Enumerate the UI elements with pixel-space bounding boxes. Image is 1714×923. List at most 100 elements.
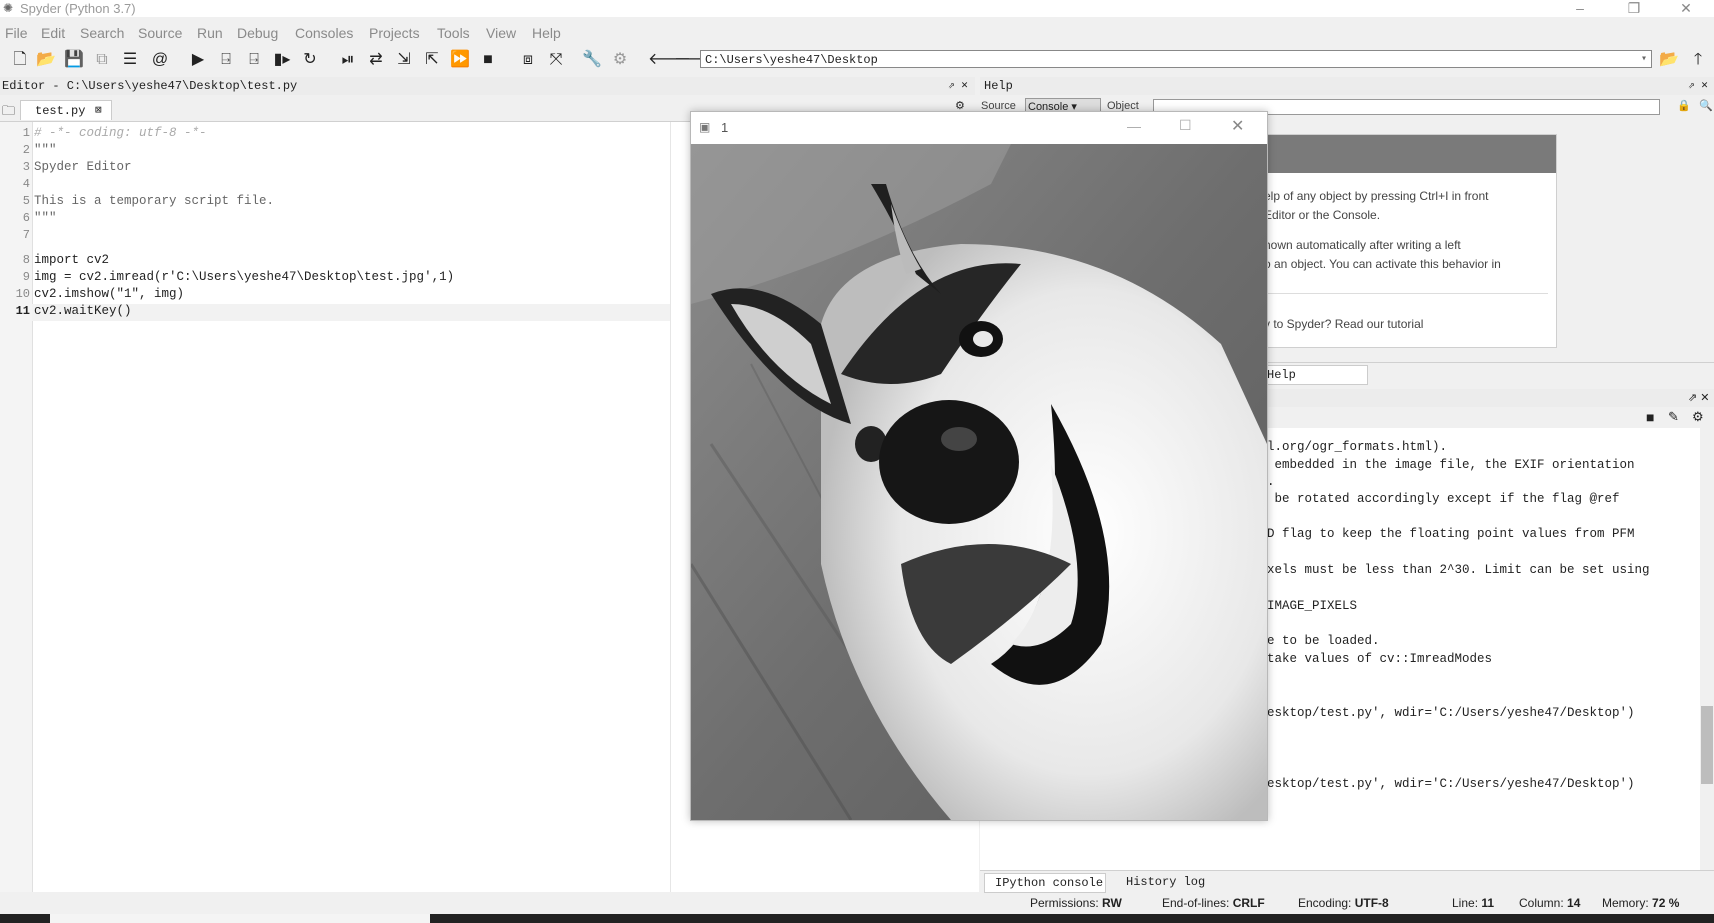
stop-icon[interactable]: ■ [478,50,498,70]
image-close-button[interactable]: ✕ [1231,116,1244,136]
list-icon[interactable]: ☰ [120,50,140,70]
python-path-icon[interactable]: ⚙ [610,50,630,70]
window-icon: ▣ [699,120,711,134]
menu-tools[interactable]: Tools [437,22,470,44]
line-number: 7 [22,228,30,242]
editor-pane-header: Editor - C:\Users\yeshe47\Desktop\test.p… [0,77,975,95]
run-selection-icon[interactable]: ▮▸ [272,50,292,70]
menu-search[interactable]: Search [80,22,124,44]
line-number: 3 [22,160,30,174]
run-cell-icon[interactable]: ⍈ [216,50,236,70]
save-all-icon[interactable]: ⧉ [92,50,112,70]
menu-debug[interactable]: Debug [237,22,278,44]
code-line: Spyder Editor [34,160,132,174]
undock-help-icon[interactable]: ⇗ ✕ [1688,77,1708,95]
line-number: 4 [22,177,30,191]
line-number: 8 [22,253,30,267]
tab-test-py[interactable]: test.py ⊠ [20,100,112,120]
forward-arrow-icon[interactable]: 🡒 [674,50,717,70]
back-arrow-icon[interactable]: 🡐 [648,50,691,70]
menu-bar: File Edit Search Source Run Debug Consol… [0,22,1714,44]
menu-help[interactable]: Help [532,22,561,44]
minimize-button[interactable]: – [1560,0,1600,17]
memory-label: Memory: [1602,896,1649,910]
tab-ipython-console[interactable]: IPython console [984,873,1106,893]
status-memory: Memory: 72 % [1602,895,1679,912]
menu-view[interactable]: View [486,22,516,44]
lock-icon[interactable]: 🔒 [1677,98,1691,114]
undock-console-icon[interactable]: ⇗ ✕ [1688,389,1710,407]
console-line: take values of cv::ImreadModes [1267,652,1493,666]
line-number: 11 [15,304,30,318]
image-maximize-button[interactable]: ☐ [1179,117,1192,134]
spyder-logo-icon: ✺ [3,1,14,15]
help-text-line: Editor or the Console. [1264,208,1381,222]
search-icon[interactable]: 🔍 [1699,98,1713,114]
clear-eraser-icon[interactable]: ✎ [1668,409,1679,425]
new-file-icon[interactable]: 🗋 [10,50,30,70]
step-return-icon[interactable]: ⇱ [422,50,442,70]
open-folder-icon[interactable]: 📂 [36,50,56,70]
debug-icon[interactable]: ⏯ [338,50,358,70]
undock-icon[interactable]: ⇗ ✕ [948,77,968,95]
menu-source[interactable]: Source [138,22,182,44]
code-line: cv2.waitKey() [34,304,132,318]
at-icon[interactable]: @ [150,50,170,70]
run-icon[interactable]: ▶ [188,50,208,70]
console-tab-bar: IPython console History log [980,870,1714,893]
console-line: esktop/test.py', wdir='C:/Users/yeshe47/… [1267,777,1635,791]
run-cell-advance-icon[interactable]: ⍈ [244,50,264,70]
chevron-down-icon[interactable]: ▾ [1641,51,1647,69]
line-number: 5 [22,194,30,208]
maximize-pane-icon[interactable]: ⧈ [518,50,538,70]
fullscreen-icon[interactable]: ⤧ [546,50,566,70]
eol-value: CRLF [1232,896,1265,910]
rerun-icon[interactable]: ↻ [300,50,320,70]
tab-history-log[interactable]: History log [1126,873,1205,891]
image-minimize-button[interactable]: — [1127,118,1141,134]
code-line: img = cv2.imread(r'C:\Users\yeshe47\Desk… [34,270,455,284]
help-pane-title: Help [984,79,1013,93]
console-scrollbar[interactable] [1700,440,1714,870]
menu-run[interactable]: Run [197,22,223,44]
menu-edit[interactable]: Edit [41,22,65,44]
console-line: e to be loaded. [1267,634,1380,648]
permissions-value: RW [1102,896,1122,910]
help-text-line: o an object. You can activate this behav… [1264,257,1501,271]
help-card-header [1256,135,1556,173]
save-icon[interactable]: 💾 [64,50,84,70]
code-line: cv2.imshow("1", img) [34,287,185,301]
opencv-image-window[interactable]: ▣ 1 — ☐ ✕ [690,111,1268,821]
step-into-icon[interactable]: ⇲ [394,50,414,70]
console-scrollbar-thumb[interactable] [1701,706,1713,784]
taskbar-search-box[interactable] [50,914,430,923]
tab-label: test.py [35,104,86,118]
help-tutorial-link[interactable]: v to Spyder? Read our tutorial [1264,317,1423,331]
step-icon[interactable]: ⇄ [366,50,386,70]
menu-projects[interactable]: Projects [369,22,420,44]
menu-file[interactable]: File [5,22,28,44]
console-line: l.org/ogr_formats.html). [1267,440,1448,454]
parent-directory-icon[interactable]: 🡑 [1688,50,1708,70]
title-bar: ✺ Spyder (Python 3.7) – ❐ ✕ [0,0,1714,17]
column-label: Column: [1519,896,1564,910]
maximize-button[interactable]: ❐ [1614,0,1654,17]
stop-kernel-icon[interactable]: ■ [1646,409,1654,425]
console-gear-icon[interactable]: ⚙ [1692,409,1704,425]
menu-consoles[interactable]: Consoles [295,22,353,44]
continue-icon[interactable]: ⏩ [450,50,470,70]
close-button[interactable]: ✕ [1666,0,1706,17]
browse-tabs-icon[interactable]: 🗀 [2,102,15,124]
working-directory-input[interactable]: C:\Users\yeshe47\Desktop ▾ [700,50,1652,68]
preferences-wrench-icon[interactable]: 🔧 [582,50,602,70]
status-bar: Permissions: RW End-of-lines: CRLF Encod… [0,895,1714,912]
code-editor[interactable]: 1 # -*- coding: utf-8 -*- 2 """ 3 Spyder… [0,122,670,892]
eol-label: End-of-lines: [1162,896,1230,910]
close-tab-icon[interactable]: ⊠ [95,101,102,121]
tab-help[interactable]: Help [1262,365,1368,385]
code-line: """ [34,143,57,157]
divider [1264,293,1548,294]
browse-folder-icon[interactable]: 📂 [1659,50,1679,70]
help-text-line: hown automatically after writing a left [1264,238,1461,252]
toolbar: 🗋 📂 💾 ⧉ ☰ @ ▶ ⍈ ⍈ ▮▸ ↻ ⏯ ⇄ ⇲ ⇱ ⏩ ■ ⧈ ⤧ 🔧… [0,46,1714,74]
